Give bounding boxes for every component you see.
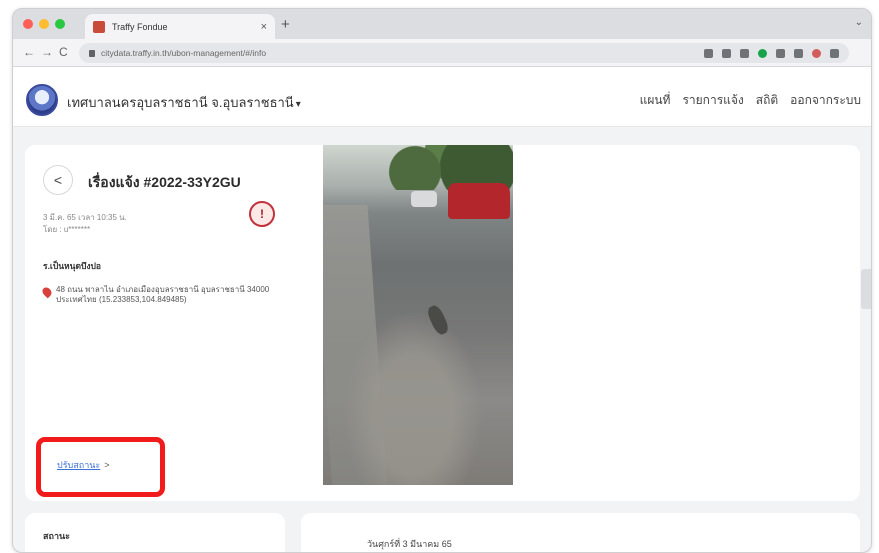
tab-menu-icon[interactable]: ⌄ [855,17,863,28]
lock-icon [89,49,95,57]
timeline-card: วันศุกร์ที่ 3 มีนาคม 65 [301,513,860,552]
tab-title: Traffy Fondue [112,21,168,32]
extension-green-icon[interactable] [758,48,767,58]
photo-road-patch [343,310,483,485]
alert-glyph: ! [260,207,264,221]
chevron-right-icon: > [104,460,110,470]
site-name-label: เทศบาลนครอุบลราชธานี จ.อุบลราชธานี [67,95,294,110]
extension-icons [704,48,839,58]
status-card: สถานะ [25,513,285,552]
issue-address: 48 ถนน พาลาไน อำเภอเมืองอุบลราชธานี อุบล… [40,285,283,305]
maximize-window-button[interactable] [55,19,65,29]
timeline-date: วันศุกร์ที่ 3 มีนาคม 65 [367,539,452,549]
municipality-logo [26,84,58,116]
issue-photo[interactable] [323,145,513,485]
browser-window: Traffy Fondue × + ⌄ ← → C citydata.traff… [12,8,872,553]
minimize-window-button[interactable] [39,19,49,29]
close-window-button[interactable] [23,19,33,29]
update-status-link[interactable]: ปรับสถานะ > [57,458,110,472]
site-nav: แผนที่ รายการแจ้ง สถิติ ออกจากระบบ [640,91,861,110]
profile-avatar[interactable] [812,48,821,58]
issue-card: < เรื่องแจ้ง #2022-33Y2GU 3 มี.ค. 65 เวล… [25,145,860,501]
pin-icon [40,285,54,299]
more-menu-icon[interactable] [830,48,839,58]
issue-reporter: โดย : u******* [43,225,91,234]
back-button[interactable]: < [43,165,73,195]
address-text: 48 ถนน พาลาไน อำเภอเมืองอุบลราชธานี อุบล… [56,285,270,304]
status-card-label: สถานะ [43,531,70,541]
nav-reports[interactable]: รายการแจ้ง [682,91,743,110]
photo-car-white [411,191,437,207]
back-icon: < [53,172,63,188]
nav-map[interactable]: แผนที่ [640,91,671,110]
sidebar-icon[interactable] [794,48,803,58]
zoom-icon[interactable] [722,48,731,58]
chevron-down-icon: ▾ [295,99,301,110]
back-nav-button[interactable]: ← [23,45,35,59]
reload-button[interactable]: C [59,45,68,59]
issue-agency: ร.เป็นหนุดบึงปอ [43,261,102,271]
new-tab-button[interactable]: + [281,16,290,33]
tab-close-icon[interactable]: × [261,21,267,33]
scrollbar-hint[interactable] [861,269,871,309]
address-bar[interactable]: citydata.traffy.in.th/ubon-management/#/… [79,43,849,63]
tab-bar: Traffy Fondue × + ⌄ [13,9,871,39]
site-header: เทศบาลนครอุบลราชธานี จ.อุบลราชธานี ▾ แผนท… [13,67,871,127]
puzzle-icon[interactable] [776,48,785,58]
issue-meta: 3 มี.ค. 65 เวลา 10:35 น. โดย : u******* [43,212,127,236]
tab-traffy[interactable]: Traffy Fondue × [85,14,275,39]
favicon-icon [93,20,105,33]
photo-car-red [448,183,510,219]
forward-nav-button[interactable]: → [41,45,53,59]
address-toolbar: ← → C citydata.traffy.in.th/ubon-managem… [13,39,871,67]
nav-logout[interactable]: ออกจากระบบ [790,91,861,110]
site-name-dropdown[interactable]: เทศบาลนครอุบลราชธานี จ.อุบลราชธานี ▾ [67,92,301,113]
issue-date: 3 มี.ค. 65 เวลา 10:35 น. [43,213,127,222]
page: เทศบาลนครอุบลราชธานี จ.อุบลราชธานี ▾ แผนท… [13,67,871,552]
star-icon[interactable] [740,48,749,58]
issue-title: เรื่องแจ้ง #2022-33Y2GU [88,174,241,190]
url-text: citydata.traffy.in.th/ubon-management/#/… [101,48,267,58]
alert-icon[interactable]: ! [249,201,275,227]
translate-icon[interactable] [704,48,713,58]
nav-stats[interactable]: สถิติ [756,91,778,110]
update-status-label: ปรับสถานะ [57,460,101,470]
